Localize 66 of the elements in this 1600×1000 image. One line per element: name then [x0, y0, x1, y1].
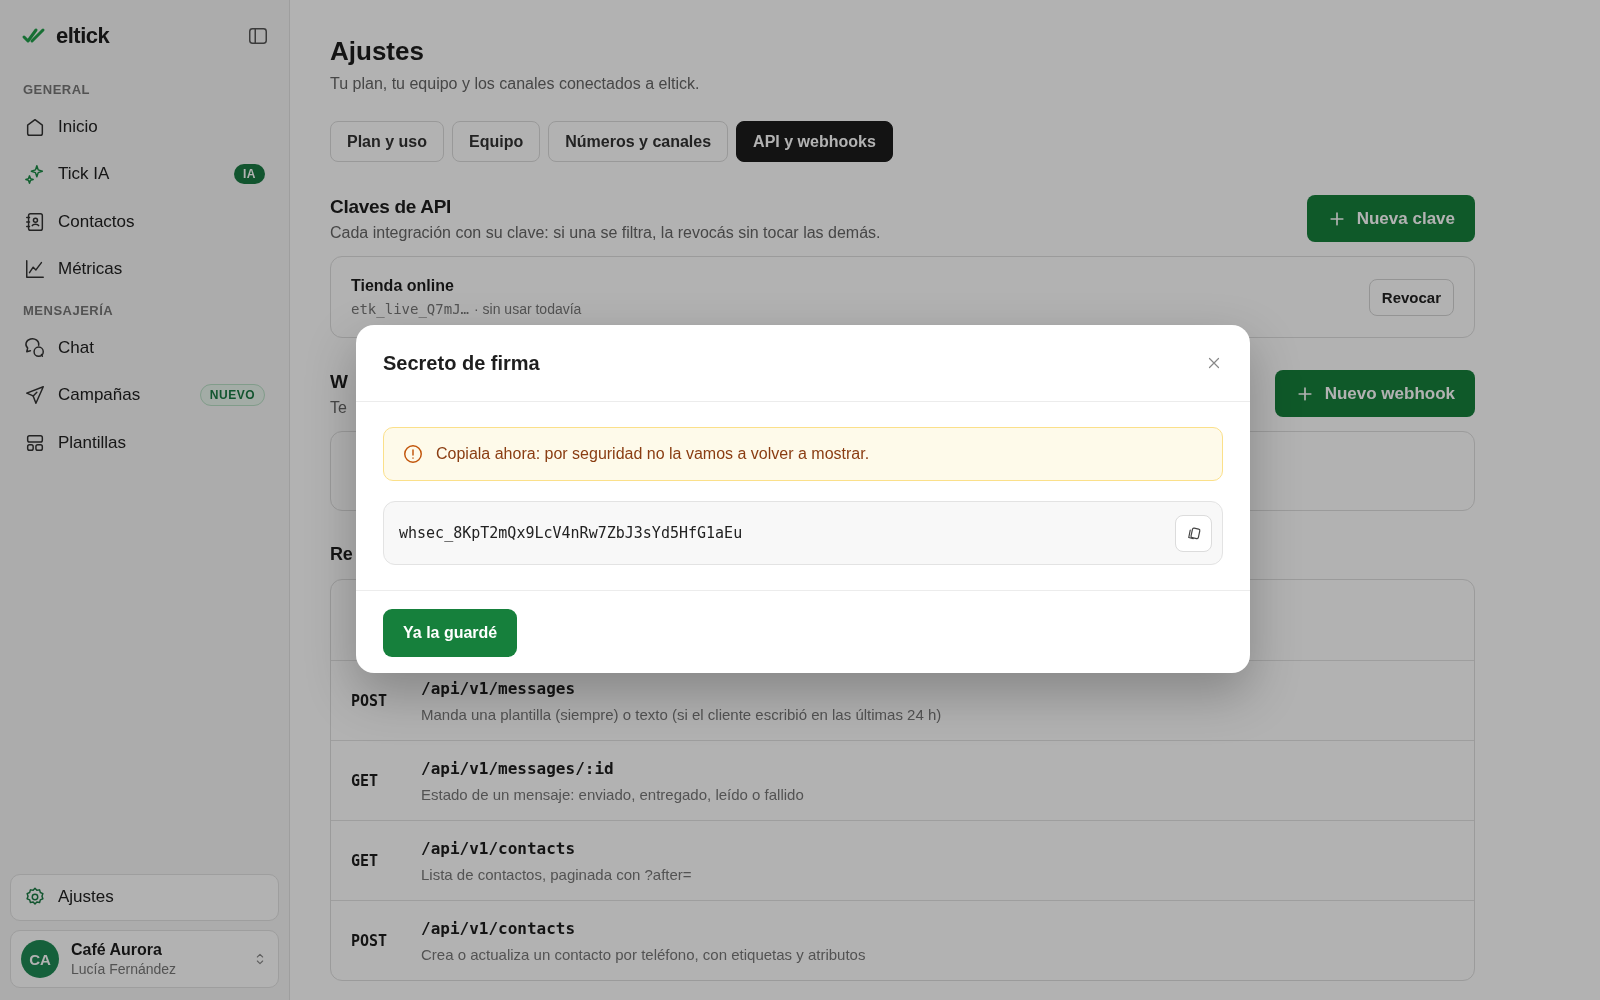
http-method: POST — [351, 691, 389, 710]
section-heading: GENERAL — [22, 81, 92, 99]
section-description: Cada integración con su clave: si una se filtra, la revocás sin tocar las demás. — [330, 223, 881, 242]
tab[interactable]: API y webhooks — [736, 121, 893, 162]
section-title: W — [330, 370, 348, 393]
sidebar-item[interactable]: Campañas NUEVO — [10, 371, 279, 419]
page-subtitle: Tu plan, tu equipo y los canales conectados a eltick. — [330, 75, 701, 93]
settings-item[interactable]: Ajustes — [10, 873, 279, 921]
badge: NUEVO — [199, 384, 265, 407]
sidebar-item[interactable]: Tick IA IA — [10, 150, 279, 198]
key-usage: · sin usar todavía — [474, 301, 582, 317]
item-label: Plantillas — [58, 432, 128, 453]
item-label: Métricas — [58, 259, 124, 280]
tab[interactable]: Números y canales — [548, 121, 729, 162]
endpoint-path: /api/v1/messages — [421, 678, 577, 698]
http-method: GET — [351, 771, 380, 790]
item-label: Contactos — [58, 211, 136, 232]
confirm-button[interactable]: Ya la guardé — [383, 609, 518, 657]
section-title: Re — [330, 544, 354, 565]
http-method: POST — [351, 931, 389, 950]
key-prefix: etk_live_Q7mJ… — [351, 301, 469, 317]
endpoint-description: Lista de contactos, paginada con ?after= — [421, 865, 692, 883]
account-switcher[interactable]: CA Café Aurora Lucía Fernández — [10, 930, 279, 988]
sidebar-item[interactable]: Contactos — [10, 198, 279, 246]
revoke-button[interactable]: Revocar — [1368, 278, 1454, 316]
badge: IA — [234, 164, 265, 185]
item-label: Inicio — [58, 116, 99, 137]
sidebar-item[interactable]: Chat — [10, 324, 279, 372]
key-name: Tienda online — [351, 277, 455, 295]
new-key-button[interactable]: Nueva clave — [1306, 195, 1475, 242]
endpoint-description: Crea o actualiza un contacto por teléfono, con etiquetas y atributos — [421, 945, 866, 963]
endpoint-path: /api/v1/messages/:id — [421, 758, 615, 778]
tab[interactable]: Equipo — [452, 121, 541, 162]
warning-text: Copiala ahora: por seguridad no la vamos a volver a mostrar. — [436, 445, 870, 463]
section-heading: MENSAJERÍA — [22, 302, 115, 320]
dialog-title: Secreto de firma — [383, 351, 540, 375]
item-label: Tick IA — [58, 164, 111, 185]
tab[interactable]: Plan y uso — [330, 121, 445, 162]
business-name: Café Aurora — [71, 941, 163, 959]
sparkle-icon — [24, 163, 46, 186]
item-label: Chat — [58, 337, 95, 358]
sidebar-toggle-icon[interactable] — [247, 25, 269, 47]
item-label: Campañas — [58, 385, 142, 406]
section-title: Claves de API — [330, 195, 453, 218]
chat-bubbles-icon — [24, 336, 46, 359]
secret-field[interactable]: whsec_8KpT2mQx9LcV4nRw7ZbJ3sYd5HfG1aEu — [383, 501, 1223, 565]
avatar: CA — [21, 940, 59, 978]
endpoint-path: /api/v1/contacts — [421, 918, 577, 938]
section-description: Te — [330, 398, 348, 417]
contact-book-icon — [24, 210, 46, 233]
sidebar-item[interactable]: Inicio — [10, 103, 279, 151]
sidebar-item[interactable]: Plantillas — [10, 419, 279, 467]
endpoint-description: Manda una plantilla (siempre) o texto (si el cliente escribió en las últimas 24 h) — [421, 705, 942, 723]
user-name: Lucía Fernández — [71, 961, 178, 977]
copy-button[interactable] — [1175, 514, 1212, 552]
http-method: GET — [351, 851, 380, 870]
paper-plane-icon — [24, 384, 46, 407]
endpoint-description: Estado de un mensaje: enviado, entregado, leído o fallido — [421, 785, 804, 803]
sidebar-item[interactable]: Métricas — [10, 245, 279, 293]
exclamation-circle-icon — [402, 443, 424, 465]
line-chart-icon — [24, 258, 46, 281]
item-label: Ajustes — [58, 887, 115, 908]
page-title: Ajustes — [330, 36, 425, 67]
brand-name: eltick — [56, 23, 110, 49]
endpoint-path: /api/v1/contacts — [421, 838, 577, 858]
new-webhook-button[interactable]: Nuevo webhook — [1274, 370, 1475, 417]
